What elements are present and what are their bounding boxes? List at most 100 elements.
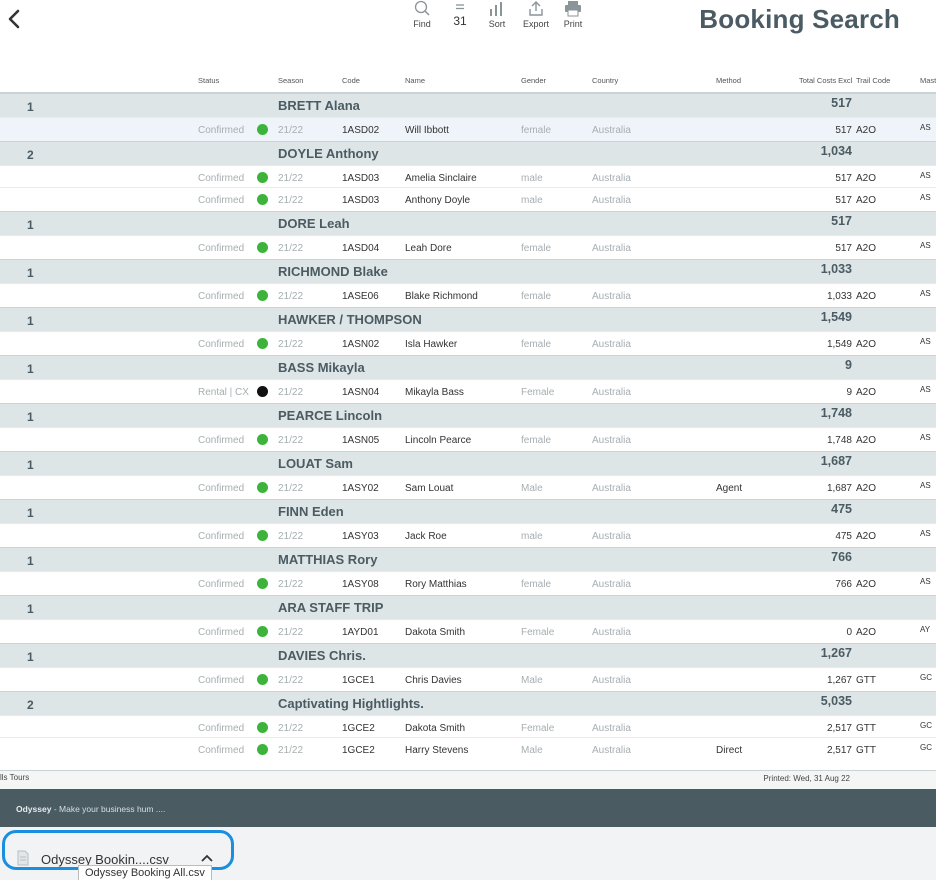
trail-code-cell: GTT <box>856 723 876 734</box>
group-total: 1,033 <box>820 262 852 276</box>
group-pax-count: 1 <box>27 100 34 114</box>
booking-group-row[interactable]: 1 HAWKER / THOMPSON 1,549 <box>0 307 936 331</box>
trail-code-cell: GTT <box>856 745 876 756</box>
booking-group-row[interactable]: 2 DOYLE Anthony 1,034 <box>0 141 936 165</box>
group-pax-count: 1 <box>27 218 34 232</box>
booking-group-row[interactable]: 1 FINN Eden 475 <box>0 499 936 523</box>
mast-cell: AS <box>920 529 931 538</box>
total-cell: 1,267 <box>826 675 852 686</box>
total-cell: 517 <box>835 195 852 206</box>
code-cell: 1ASD03 <box>342 173 380 184</box>
col-total[interactable]: Total Costs Excl <box>799 76 852 85</box>
code-cell: 1GCE2 <box>342 745 375 756</box>
find-button[interactable]: Find <box>413 0 431 29</box>
status-dot-icon <box>257 194 268 205</box>
booking-group-row[interactable]: 1 DORE Leah 517 <box>0 211 936 235</box>
passenger-row[interactable]: Rental | CX 21/22 1ASN04 Mikayla Bass Female… <box>0 379 936 403</box>
download-item[interactable]: Odyssey Bookin....csv <box>2 830 234 870</box>
col-code[interactable]: Code <box>342 76 360 85</box>
col-mast[interactable]: Mast <box>920 76 936 85</box>
passenger-row[interactable]: Confirmed 21/22 1ASY03 Jack Roe male Australi… <box>0 523 936 547</box>
back-button[interactable] <box>5 8 25 32</box>
trail-code-cell: A2O <box>856 435 877 446</box>
booking-group-row[interactable]: 1 PEARCE Lincoln 1,748 <box>0 403 936 427</box>
gender-cell: female <box>521 243 552 254</box>
passenger-row[interactable]: Confirmed 21/22 1ASD03 Anthony Doyle male Aus… <box>0 187 936 211</box>
passenger-row[interactable]: Confirmed 21/22 1ASN05 Lincoln Pearce female… <box>0 427 936 451</box>
group-pax-count: 1 <box>27 650 34 664</box>
status-dot-icon <box>257 744 268 755</box>
passenger-row[interactable]: Confirmed 21/22 1ASD03 Amelia Sinclaire male… <box>0 165 936 187</box>
group-name: BRETT Alana <box>278 98 360 113</box>
chevron-up-icon[interactable] <box>201 854 213 862</box>
status-dot-icon <box>257 290 268 301</box>
code-cell: 1GCE2 <box>342 723 375 734</box>
group-pax-count: 1 <box>27 506 34 520</box>
passenger-row[interactable]: Confirmed 21/22 1ASY08 Rory Matthias female A… <box>0 571 936 595</box>
col-method[interactable]: Method <box>716 76 741 85</box>
total-cell: 9 <box>846 387 852 398</box>
mast-cell: AS <box>920 577 931 586</box>
export-button[interactable]: Export <box>522 0 550 29</box>
brand-text: Odyssey - Make your business hum .... <box>16 804 165 814</box>
gender-cell: Female <box>521 387 555 398</box>
booking-group-row[interactable]: 1 BRETT Alana 517 <box>0 93 936 117</box>
booking-group-row[interactable]: 1 ARA STAFF TRIP <box>0 595 936 619</box>
col-gender[interactable]: Gender <box>521 76 546 85</box>
passenger-row[interactable]: Confirmed 21/22 1ASE06 Blake Richmond female… <box>0 283 936 307</box>
group-pax-count: 1 <box>27 362 34 376</box>
col-status[interactable]: Status <box>198 76 219 85</box>
sort-button[interactable]: Sort <box>487 0 507 29</box>
code-cell: 1ASN02 <box>342 339 380 350</box>
trail-code-cell: A2O <box>856 531 877 542</box>
status-dot-icon <box>257 338 268 349</box>
booking-group-row[interactable]: 1 DAVIES Chris. 1,267 <box>0 643 936 667</box>
passenger-row[interactable]: Confirmed 21/22 1GCE2 Dakota Smith Female Aus… <box>0 715 936 737</box>
season-cell: 21/22 <box>278 579 304 590</box>
group-name: MATTHIAS Rory <box>278 552 378 567</box>
trail-code-cell: A2O <box>856 579 877 590</box>
season-cell: 21/22 <box>278 627 304 638</box>
print-button[interactable]: Print <box>563 0 583 29</box>
season-cell: 21/22 <box>278 125 304 136</box>
code-cell: 1GCE1 <box>342 675 375 686</box>
status-text: Confirmed <box>198 243 245 254</box>
passenger-row[interactable]: Confirmed 21/22 1GCE1 Chris Davies Male Austr… <box>0 667 936 691</box>
group-total: 1,549 <box>820 310 852 324</box>
col-season[interactable]: Season <box>278 76 303 85</box>
passenger-row[interactable]: Confirmed 21/22 1ASN02 Isla Hawker female Aus… <box>0 331 936 355</box>
trail-code-cell: A2O <box>856 627 877 638</box>
passenger-row[interactable]: Confirmed 21/22 1GCE2 Harry Stevens Male Aust… <box>0 737 936 761</box>
record-count-button[interactable]: 31 <box>452 0 468 28</box>
download-shelf: Odyssey Bookin....csv Odyssey Booking Al… <box>0 827 936 880</box>
passenger-row[interactable]: Confirmed 21/22 1ASD04 Leah Dore female Austr… <box>0 235 936 259</box>
col-country[interactable]: Country <box>592 76 618 85</box>
col-trail[interactable]: Trail Code <box>856 76 890 85</box>
gender-cell: Female <box>521 627 555 638</box>
booking-group-row[interactable]: 2 Captivating Hightlights. 5,035 <box>0 691 936 715</box>
country-cell: Australia <box>592 243 631 254</box>
booking-group-row[interactable]: 1 RICHMOND Blake 1,033 <box>0 259 936 283</box>
trail-code-cell: A2O <box>856 195 877 206</box>
group-pax-count: 2 <box>27 148 34 162</box>
chevron-left-icon <box>8 9 20 29</box>
booking-group-row[interactable]: 1 MATTHIAS Rory 766 <box>0 547 936 571</box>
name-cell: Leah Dore <box>405 243 452 254</box>
booking-group-row[interactable]: 1 LOUAT Sam 1,687 <box>0 451 936 475</box>
passenger-row[interactable]: Confirmed 21/22 1AYD01 Dakota Smith Female Au… <box>0 619 936 643</box>
gender-cell: female <box>521 125 552 136</box>
record-count: 31 <box>453 14 467 28</box>
trail-code-cell: A2O <box>856 339 877 350</box>
footer-company: lls Tours <box>0 773 30 782</box>
passenger-row[interactable]: Confirmed 21/22 1ASD02 Will Ibbott female Aus… <box>0 117 936 141</box>
code-cell: 1ASY03 <box>342 531 379 542</box>
group-pax-count: 1 <box>27 314 34 328</box>
group-total: 1,748 <box>820 406 852 420</box>
group-pax-count: 1 <box>27 554 34 568</box>
download-tooltip: Odyssey Booking All.csv <box>78 865 212 880</box>
gender-cell: female <box>521 435 552 446</box>
passenger-row[interactable]: Confirmed 21/22 1ASY02 Sam Louat Male Austral… <box>0 475 936 499</box>
booking-group-row[interactable]: 1 BASS Mikayla 9 <box>0 355 936 379</box>
col-name[interactable]: Name <box>405 76 425 85</box>
code-cell: 1ASN04 <box>342 387 380 398</box>
